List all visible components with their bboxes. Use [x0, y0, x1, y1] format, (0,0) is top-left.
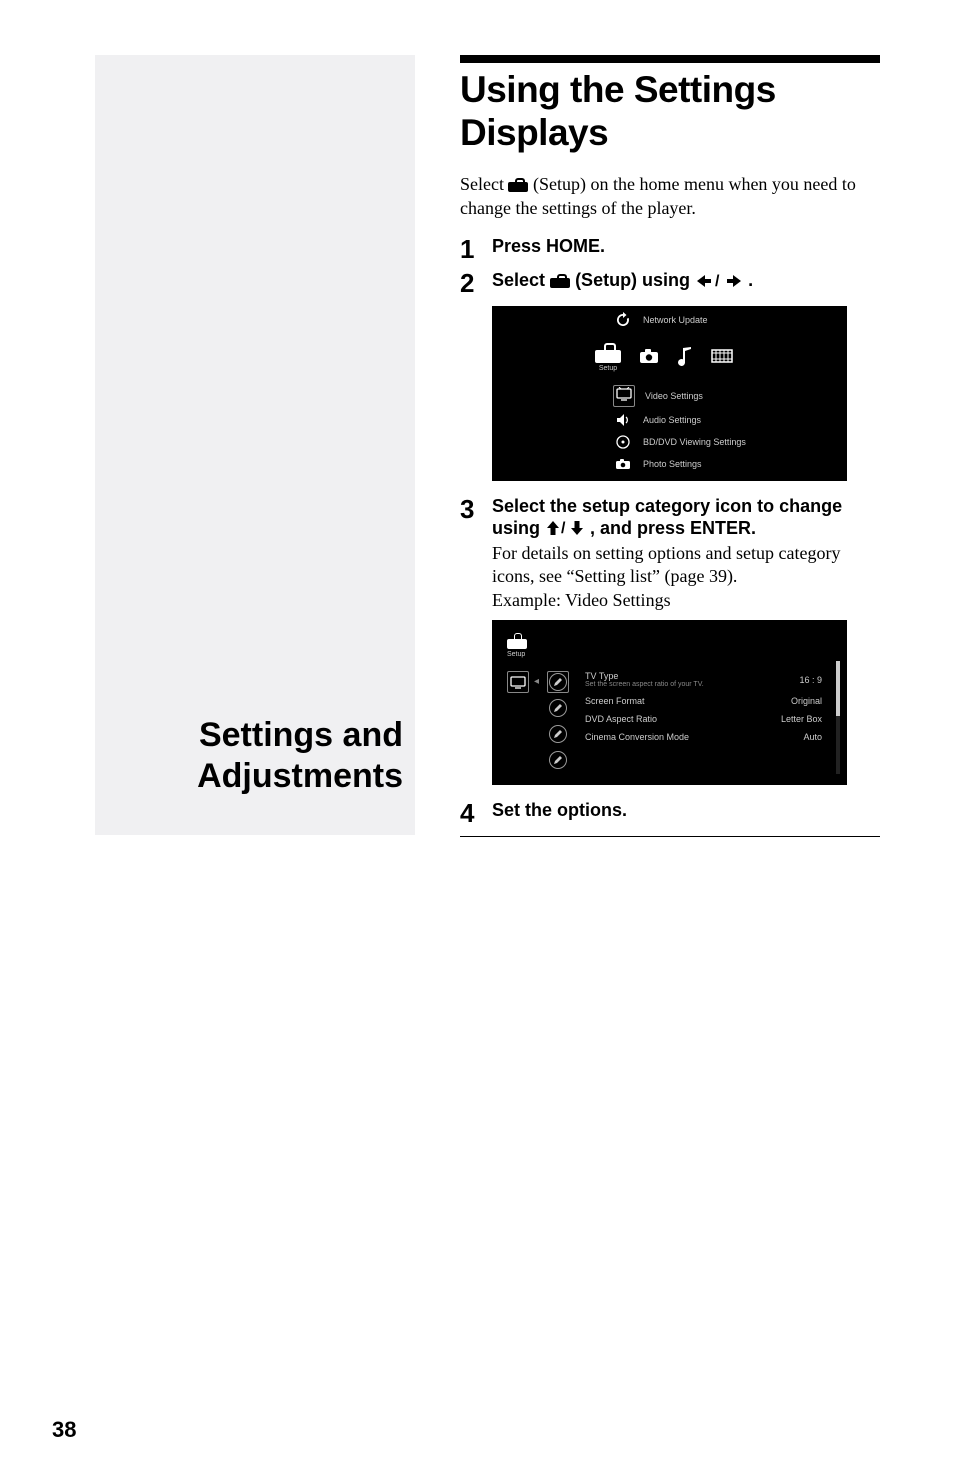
- toolbox-icon: [507, 633, 527, 649]
- step-heading: Select the setup category icon to change…: [492, 495, 880, 540]
- option-row: Cinema Conversion Mode Auto: [585, 732, 822, 742]
- pen-circle-icon: [547, 671, 569, 693]
- menu-label: Network Update: [643, 315, 708, 325]
- step2-after: .: [748, 270, 753, 290]
- step-heading: Set the options.: [492, 799, 880, 822]
- step-number: 2: [460, 269, 492, 298]
- menu-row-setup: Setup: [493, 333, 846, 383]
- section-heading-line2: Adjustments: [197, 757, 403, 795]
- category-icon-column: [507, 671, 529, 693]
- tv-icon: [507, 671, 529, 693]
- setup-header: Setup: [507, 633, 832, 658]
- setup-caption: Setup: [507, 651, 832, 658]
- menu-row-network-update: Network Update: [493, 307, 846, 333]
- setup-category: Setup: [595, 343, 621, 372]
- scrollbar-thumb: [836, 661, 840, 716]
- step-number: 4: [460, 799, 492, 828]
- toolbox-icon: [508, 178, 528, 192]
- option-row: DVD Aspect Ratio Letter Box: [585, 714, 822, 724]
- svg-text:/: /: [561, 520, 566, 537]
- refresh-icon: [613, 312, 633, 328]
- option-value: Auto: [803, 732, 822, 742]
- step2-before: Select: [492, 270, 550, 290]
- page-title: Using the Settings Displays: [460, 69, 880, 154]
- option-row: TV Type Set the screen aspect ratio of y…: [585, 671, 822, 688]
- setup-caption: Setup: [599, 365, 617, 372]
- screenshot-setup-menu: Network Update Setup Video Sett: [492, 306, 847, 481]
- svg-text:/: /: [715, 273, 720, 289]
- menu-label: Photo Settings: [643, 459, 702, 469]
- step-detail: For details on setting options and setup…: [492, 542, 880, 612]
- intro-paragraph: Select (Setup) on the home menu when you…: [460, 172, 880, 221]
- option-label: DVD Aspect Ratio: [585, 714, 657, 724]
- camera-icon: [613, 458, 633, 470]
- page-number: 38: [52, 1417, 76, 1443]
- page-title-line2: Displays: [460, 112, 608, 153]
- options-list: TV Type Set the screen aspect ratio of y…: [585, 671, 822, 742]
- menu-row-photo-settings: Photo Settings: [493, 453, 846, 475]
- sidebar-panel: Settings and Adjustments: [95, 55, 415, 835]
- menu-label: BD/DVD Viewing Settings: [643, 437, 746, 447]
- step2-mid: (Setup) using: [575, 270, 695, 290]
- disc-icon: [613, 435, 633, 449]
- step3-detail1: For details on setting options and setup…: [492, 543, 840, 586]
- step3-detail2: Example: Video Settings: [492, 590, 671, 610]
- scrollbar: [836, 661, 840, 774]
- option-label: Cinema Conversion Mode: [585, 732, 689, 742]
- step-2: 2 Select (Setup) using / .: [460, 269, 880, 298]
- step-4: 4 Set the options.: [460, 799, 880, 828]
- step-number: 1: [460, 235, 492, 264]
- pen-circle-icon: [547, 723, 569, 745]
- speaker-icon: [613, 413, 633, 427]
- menu-label: Audio Settings: [643, 415, 701, 425]
- step-heading: Press HOME.: [492, 235, 880, 258]
- closing-rule: [460, 836, 880, 837]
- page-title-line1: Using the Settings: [460, 69, 776, 110]
- option-label: Screen Format: [585, 696, 645, 706]
- arrow-left-right-icon: /: [695, 270, 748, 290]
- toolbox-icon: [595, 343, 621, 363]
- arrow-up-down-icon: /: [545, 518, 590, 538]
- option-label: TV Type Set the screen aspect ratio of y…: [585, 671, 704, 688]
- intro-before: Select: [460, 174, 508, 194]
- menu-label: Video Settings: [645, 391, 703, 401]
- option-sublabel: Set the screen aspect ratio of your TV.: [585, 681, 704, 688]
- option-row: Screen Format Original: [585, 696, 822, 706]
- chevron-left-icon: ◂: [534, 676, 539, 687]
- edit-icon-column: [547, 671, 569, 771]
- screenshot-video-settings: Setup ◂ TV Type Set the screen aspect ra…: [492, 620, 847, 785]
- toolbox-icon: [550, 274, 570, 288]
- film-icon: [711, 348, 733, 367]
- step-heading: Select (Setup) using / .: [492, 269, 880, 292]
- option-value: Original: [791, 696, 822, 706]
- pen-circle-icon: [547, 749, 569, 771]
- option-value: Letter Box: [781, 714, 822, 724]
- section-heading: Settings and Adjustments: [123, 715, 403, 797]
- step-1: 1 Press HOME.: [460, 235, 880, 264]
- selection-highlight: [613, 385, 635, 407]
- option-value: 16 : 9: [799, 675, 822, 685]
- step3-after: , and press ENTER.: [590, 518, 756, 538]
- music-note-icon: [677, 346, 693, 369]
- camera-solid-icon: [639, 348, 659, 367]
- pen-circle-icon: [547, 697, 569, 719]
- menu-row-audio-settings: Audio Settings: [493, 409, 846, 431]
- menu-row-bd-dvd-settings: BD/DVD Viewing Settings: [493, 431, 846, 453]
- heading-rule: [460, 55, 880, 63]
- tv-icon: [616, 387, 632, 404]
- option-label-text: TV Type: [585, 671, 618, 681]
- menu-row-video-settings: Video Settings: [493, 383, 846, 409]
- section-heading-line1: Settings and: [199, 716, 403, 754]
- step-3: 3 Select the setup category icon to chan…: [460, 495, 880, 612]
- content-column: Using the Settings Displays Select (Setu…: [460, 55, 880, 837]
- step-number: 3: [460, 495, 492, 524]
